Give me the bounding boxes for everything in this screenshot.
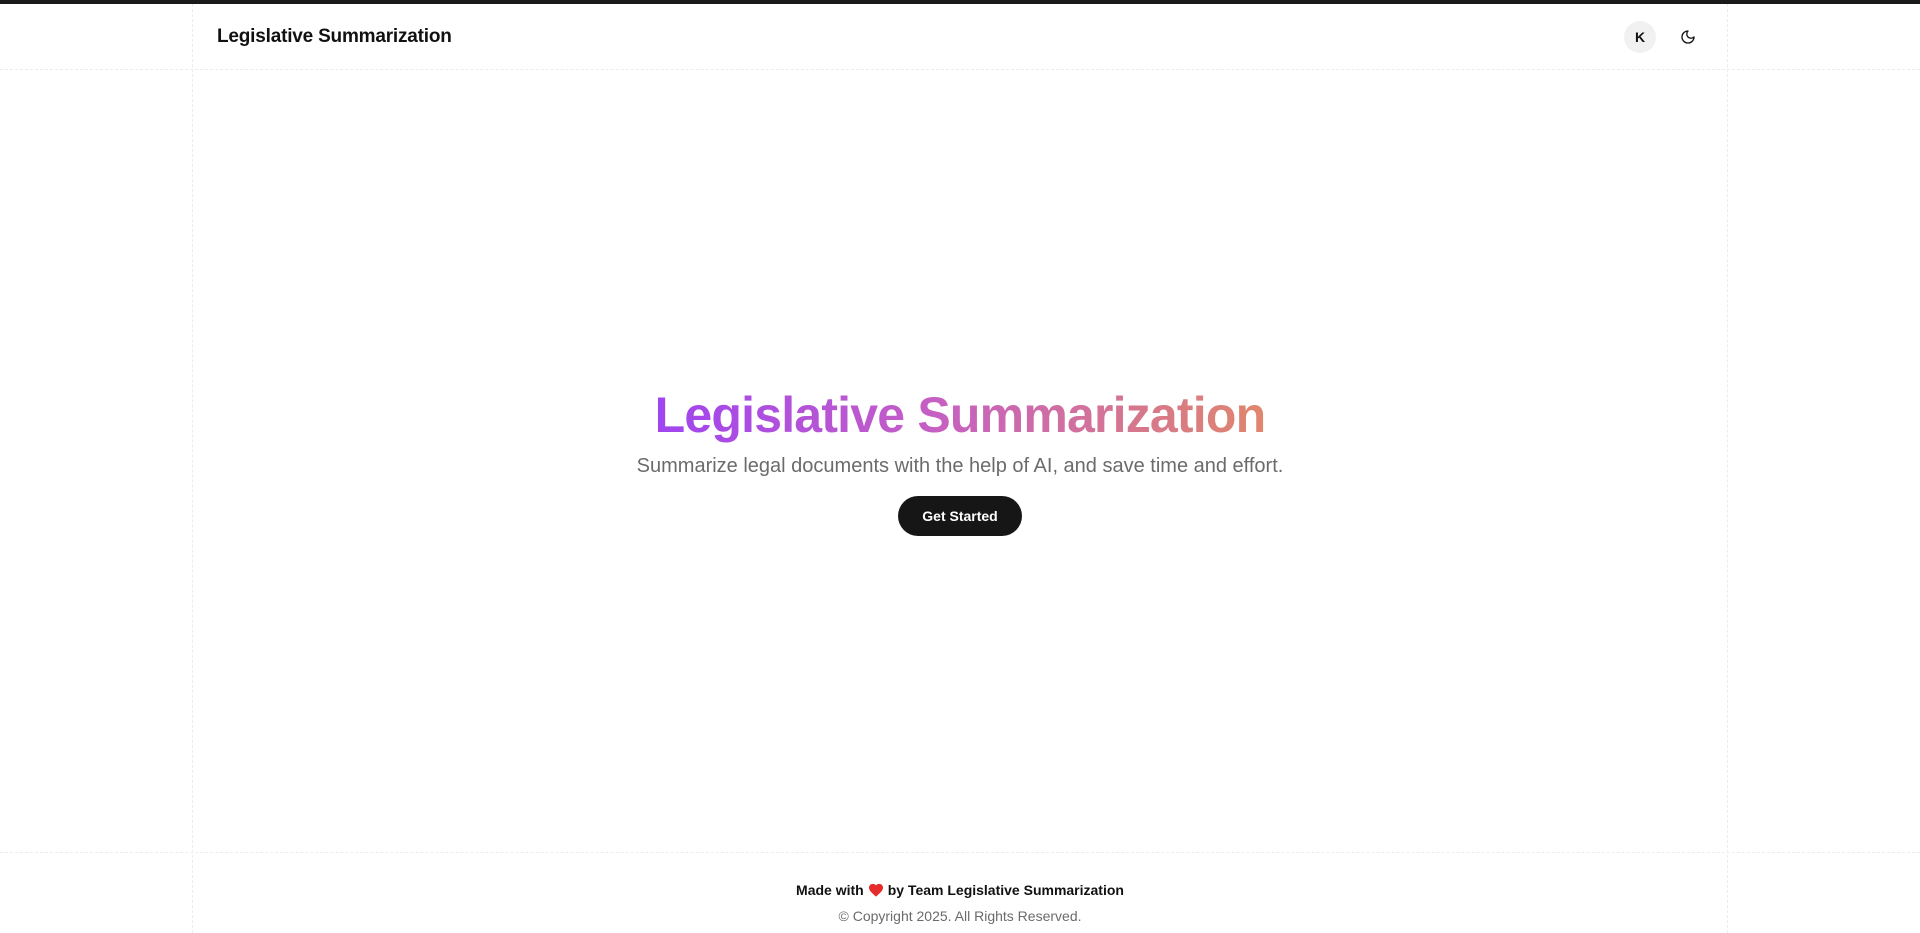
get-started-button[interactable]: Get Started	[898, 496, 1022, 536]
footer-made-with-text: Made with	[796, 882, 864, 898]
hero-subtitle: Summarize legal documents with the help …	[636, 455, 1284, 477]
hero-title: Legislative Summarization	[655, 380, 1267, 450]
footer-copyright: © Copyright 2025. All Rights Reserved.	[838, 908, 1082, 924]
site-header: Legislative Summarization K	[0, 4, 1920, 70]
header-actions: K	[1624, 21, 1704, 53]
brand-link[interactable]: Legislative Summarization	[217, 26, 452, 48]
footer-credit: Made with by Team Legislative Summarizat…	[0, 882, 1920, 898]
site-footer: Made with by Team Legislative Summarizat…	[0, 852, 1920, 933]
hero-section: Legislative Summarization Summarize lega…	[0, 380, 1920, 536]
footer-team-text: by Team Legislative Summarization	[887, 882, 1124, 898]
theme-toggle-button[interactable]	[1672, 21, 1704, 53]
heart-icon	[868, 883, 884, 897]
user-avatar-button[interactable]: K	[1624, 21, 1656, 53]
moon-icon	[1681, 30, 1695, 44]
header-inner: Legislative Summarization K	[192, 4, 1728, 70]
